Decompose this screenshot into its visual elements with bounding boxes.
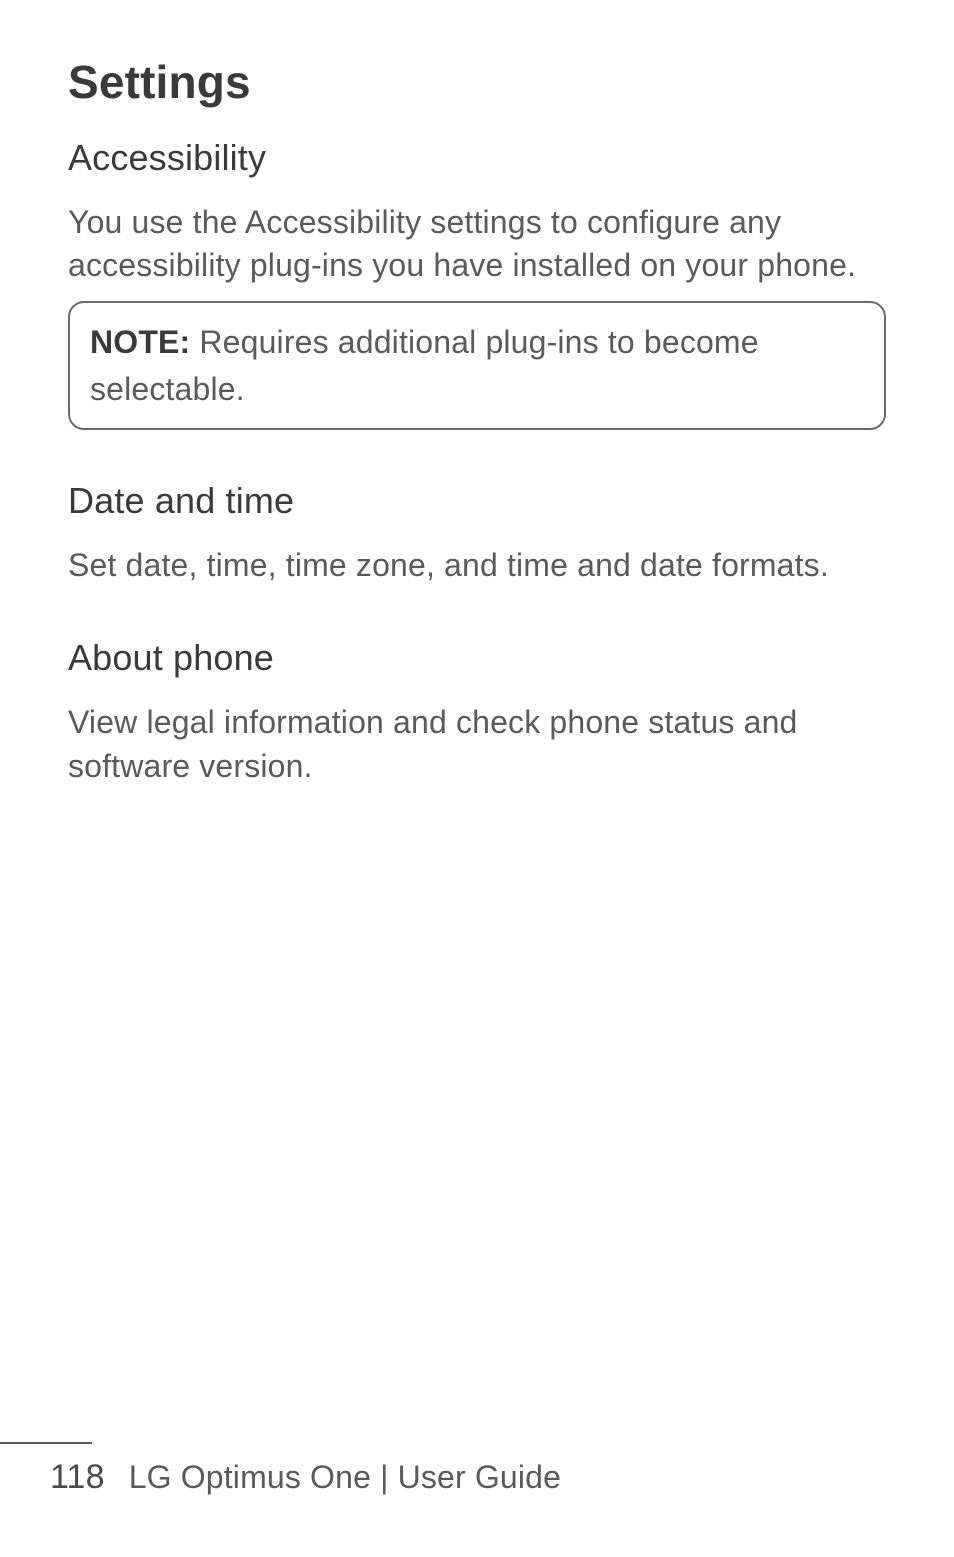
footer-product: LG Optimus One bbox=[129, 1459, 371, 1495]
note-text: Requires additional plug-ins to become s… bbox=[90, 324, 759, 406]
footer-separator: | bbox=[371, 1459, 398, 1495]
section-body-date-time: Set date, time, time zone, and time and … bbox=[68, 544, 886, 587]
document-page: Settings Accessibility You use the Acces… bbox=[0, 0, 954, 788]
footer-doc-type: User Guide bbox=[398, 1459, 561, 1495]
section-body-accessibility: You use the Accessibility settings to co… bbox=[68, 201, 886, 287]
note-label: NOTE: bbox=[90, 324, 190, 360]
section-heading-accessibility: Accessibility bbox=[68, 137, 886, 179]
footer-text: LG Optimus One | User Guide bbox=[129, 1459, 561, 1496]
footer-rule bbox=[0, 1442, 92, 1444]
page-footer: 118 LG Optimus One | User Guide bbox=[0, 1458, 561, 1497]
footer-inner: 118 LG Optimus One | User Guide bbox=[0, 1458, 561, 1497]
section-heading-about-phone: About phone bbox=[68, 637, 886, 679]
section-heading-date-time: Date and time bbox=[68, 480, 886, 522]
page-number: 118 bbox=[50, 1458, 105, 1497]
note-box-accessibility: NOTE: Requires additional plug-ins to be… bbox=[68, 301, 886, 430]
page-title: Settings bbox=[68, 55, 886, 109]
section-body-about-phone: View legal information and check phone s… bbox=[68, 701, 886, 787]
